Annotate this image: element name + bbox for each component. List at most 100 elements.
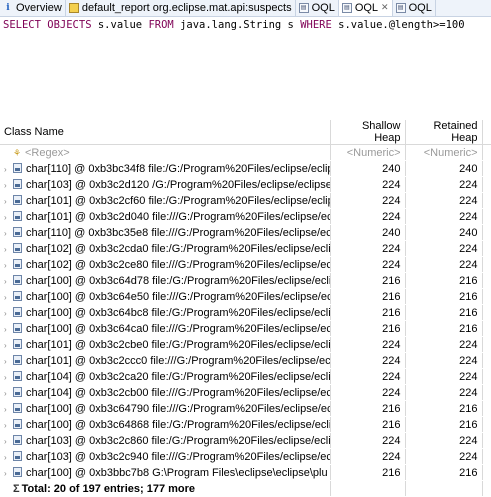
- filler-cell: [482, 272, 491, 289]
- class-name-cell[interactable]: › char[100] @ 0xb3c64e50 file:///G:/Progr…: [0, 288, 331, 305]
- class-name-cell[interactable]: › char[110] @ 0xb3bc35e8 file:///G:/Progr…: [0, 224, 331, 241]
- table-row[interactable]: › char[100] @ 0xb3c64790 file:///G:/Progr…: [0, 400, 491, 417]
- table-row[interactable]: › char[101] @ 0xb3c2d040 file:///G:/Progr…: [0, 208, 491, 225]
- class-name-cell[interactable]: › char[101] @ 0xb3c2d040 file:///G:/Progr…: [0, 208, 331, 225]
- expand-arrow-icon[interactable]: ›: [4, 373, 13, 382]
- expand-arrow-icon[interactable]: ›: [4, 277, 13, 286]
- expand-arrow-icon[interactable]: ›: [4, 261, 13, 270]
- filler-cell: [482, 208, 491, 225]
- regex-filter-input[interactable]: <Regex>: [25, 147, 70, 159]
- table-row[interactable]: › char[104] @ 0xb3c2ca20 file:/G:/Program…: [0, 368, 491, 385]
- table-row[interactable]: › char[110] @ 0xb3bc35e8 file:///G:/Progr…: [0, 224, 491, 241]
- table-header-row: Class Name Shallow Heap Retained Heap: [0, 120, 491, 145]
- regex-filter-cell[interactable]: ⚘ <Regex>: [0, 144, 331, 161]
- class-name-cell[interactable]: › char[110] @ 0xb3bc34f8 file:/G:/Program…: [0, 160, 331, 177]
- table-row[interactable]: › char[104] @ 0xb3c2cb00 file:///G:/Progr…: [0, 384, 491, 401]
- tab-label: Overview: [16, 2, 62, 14]
- object-name: char[100] @ 0xb3c64bc8 file:/G:/Program%…: [26, 306, 330, 319]
- column-header-class-name[interactable]: Class Name: [0, 120, 331, 145]
- expand-arrow-icon[interactable]: ›: [4, 389, 13, 398]
- table-row[interactable]: › char[103] @ 0xb3c2d120 /G:/Program%20Fi…: [0, 176, 491, 193]
- tab-label: OQL: [408, 2, 432, 14]
- array-object-icon: [13, 258, 22, 269]
- table-row[interactable]: › char[101] @ 0xb3c2ccc0 file:///G:/Progr…: [0, 352, 491, 369]
- class-name-cell[interactable]: › char[102] @ 0xb3c2cda0 file:/G:/Program…: [0, 240, 331, 257]
- tab-oql-1[interactable]: ▤ OQL: [296, 0, 339, 16]
- expand-arrow-icon[interactable]: ›: [4, 325, 13, 334]
- expand-arrow-icon[interactable]: ›: [4, 453, 13, 462]
- expand-arrow-icon[interactable]: ›: [4, 245, 13, 254]
- expand-arrow-icon[interactable]: ›: [4, 469, 13, 478]
- class-name-cell[interactable]: › char[100] @ 0xb3c64bc8 file:/G:/Program…: [0, 304, 331, 321]
- class-name-cell[interactable]: › char[100] @ 0xb3c64790 file:///G:/Progr…: [0, 400, 331, 417]
- filter-row: ⚘ <Regex> <Numeric> <Numeric>: [0, 144, 491, 161]
- expand-arrow-icon[interactable]: ›: [4, 229, 13, 238]
- class-name-cell[interactable]: › char[101] @ 0xb3c2ccc0 file:///G:/Progr…: [0, 352, 331, 369]
- tab-default-report[interactable]: default_report org.eclipse.mat.api:suspe…: [66, 0, 296, 16]
- expand-arrow-icon[interactable]: ›: [4, 421, 13, 430]
- keyword-select: SELECT: [3, 19, 41, 31]
- table-row[interactable]: › char[100] @ 0xb3c64bc8 file:/G:/Program…: [0, 304, 491, 321]
- total-row: Σ Total: 20 of 197 entries; 177 more: [0, 480, 491, 497]
- class-name-cell[interactable]: › char[104] @ 0xb3c2ca20 file:/G:/Program…: [0, 368, 331, 385]
- shallow-heap-cell: 216: [330, 304, 406, 321]
- shallow-heap-cell: 224: [330, 432, 406, 449]
- close-icon[interactable]: ✕: [381, 2, 389, 13]
- expand-arrow-icon[interactable]: ›: [4, 309, 13, 318]
- class-name-cell[interactable]: › char[100] @ 0xb3c64868 file:/G:/Program…: [0, 416, 331, 433]
- shallow-heap-cell: 216: [330, 272, 406, 289]
- expand-arrow-icon[interactable]: ›: [4, 165, 13, 174]
- class-name-cell[interactable]: › char[101] @ 0xb3c2cf60 file:/G:/Program…: [0, 192, 331, 209]
- class-name-cell[interactable]: › char[101] @ 0xb3c2cbe0 file:/G:/Program…: [0, 336, 331, 353]
- table-row[interactable]: › char[103] @ 0xb3c2c940 file:///G:/Progr…: [0, 448, 491, 465]
- array-object-icon: [13, 210, 22, 221]
- retained-heap-cell: 224: [405, 352, 483, 369]
- expand-arrow-icon[interactable]: ›: [4, 197, 13, 206]
- tab-oql-2[interactable]: ▤ OQL ✕: [338, 0, 393, 16]
- tab-overview[interactable]: i Overview: [0, 0, 66, 16]
- class-name-cell[interactable]: › char[100] @ 0xb3c64d78 file:/G:/Program…: [0, 272, 331, 289]
- table-row[interactable]: › char[101] @ 0xb3c2cbe0 file:/G:/Program…: [0, 336, 491, 353]
- keyword-where: WHERE: [300, 19, 332, 31]
- table-row[interactable]: › char[102] @ 0xb3c2ce80 file:///G:/Progr…: [0, 256, 491, 273]
- table-row[interactable]: › char[110] @ 0xb3bc34f8 file:/G:/Program…: [0, 160, 491, 177]
- expand-arrow-icon[interactable]: ›: [4, 293, 13, 302]
- array-object-icon: [13, 402, 22, 413]
- array-object-icon: [13, 274, 22, 285]
- class-name-cell[interactable]: › char[100] @ 0xb3c64ca0 file:///G:/Progr…: [0, 320, 331, 337]
- array-object-icon: [13, 162, 22, 173]
- filler-cell: [482, 320, 491, 337]
- class-name-cell[interactable]: › char[102] @ 0xb3c2ce80 file:///G:/Progr…: [0, 256, 331, 273]
- table-row[interactable]: › char[100] @ 0xb3c64868 file:/G:/Program…: [0, 416, 491, 433]
- table-row[interactable]: › char[103] @ 0xb3c2c860 file:/G:/Program…: [0, 432, 491, 449]
- expand-arrow-icon[interactable]: ›: [4, 341, 13, 350]
- table-row[interactable]: › char[101] @ 0xb3c2cf60 file:/G:/Program…: [0, 192, 491, 209]
- filler-cell: [482, 256, 491, 273]
- table-row[interactable]: › char[102] @ 0xb3c2cda0 file:/G:/Program…: [0, 240, 491, 257]
- expand-arrow-icon[interactable]: ›: [4, 213, 13, 222]
- table-row[interactable]: › char[100] @ 0xb3c64ca0 file:///G:/Progr…: [0, 320, 491, 337]
- expand-arrow-icon[interactable]: ›: [4, 405, 13, 414]
- class-name-cell[interactable]: › char[103] @ 0xb3c2c940 file:///G:/Progr…: [0, 448, 331, 465]
- expand-arrow-icon[interactable]: ›: [4, 437, 13, 446]
- shallow-filter-input[interactable]: <Numeric>: [330, 144, 406, 161]
- column-header-retained-heap[interactable]: Retained Heap: [405, 120, 483, 145]
- tab-label: OQL: [311, 2, 335, 14]
- table-row[interactable]: › char[100] @ 0xb3bbc7b8 G:\Program Files…: [0, 464, 491, 481]
- total-empty-cell: [405, 480, 483, 497]
- result-table-pane: Class Name Shallow Heap Retained Heap ⚘ <…: [0, 120, 491, 497]
- class-name-cell[interactable]: › char[103] @ 0xb3c2c860 file:/G:/Program…: [0, 432, 331, 449]
- tab-oql-3[interactable]: ▤ OQL: [393, 0, 436, 16]
- info-icon: i: [6, 3, 10, 13]
- oql-query-editor[interactable]: SELECT OBJECTS s.value FROM java.lang.St…: [0, 17, 491, 117]
- table-row[interactable]: › char[100] @ 0xb3c64e50 file:///G:/Progr…: [0, 288, 491, 305]
- retained-filter-input[interactable]: <Numeric>: [405, 144, 483, 161]
- class-name-cell[interactable]: › char[100] @ 0xb3bbc7b8 G:\Program Files…: [0, 464, 331, 481]
- table-row[interactable]: › char[100] @ 0xb3c64d78 file:/G:/Program…: [0, 272, 491, 289]
- sigma-icon: Σ: [13, 482, 20, 495]
- column-header-shallow-heap[interactable]: Shallow Heap: [330, 120, 406, 145]
- class-name-cell[interactable]: › char[104] @ 0xb3c2cb00 file:///G:/Progr…: [0, 384, 331, 401]
- expand-arrow-icon[interactable]: ›: [4, 357, 13, 366]
- class-name-cell[interactable]: › char[103] @ 0xb3c2d120 /G:/Program%20Fi…: [0, 176, 331, 193]
- expand-arrow-icon[interactable]: ›: [4, 181, 13, 190]
